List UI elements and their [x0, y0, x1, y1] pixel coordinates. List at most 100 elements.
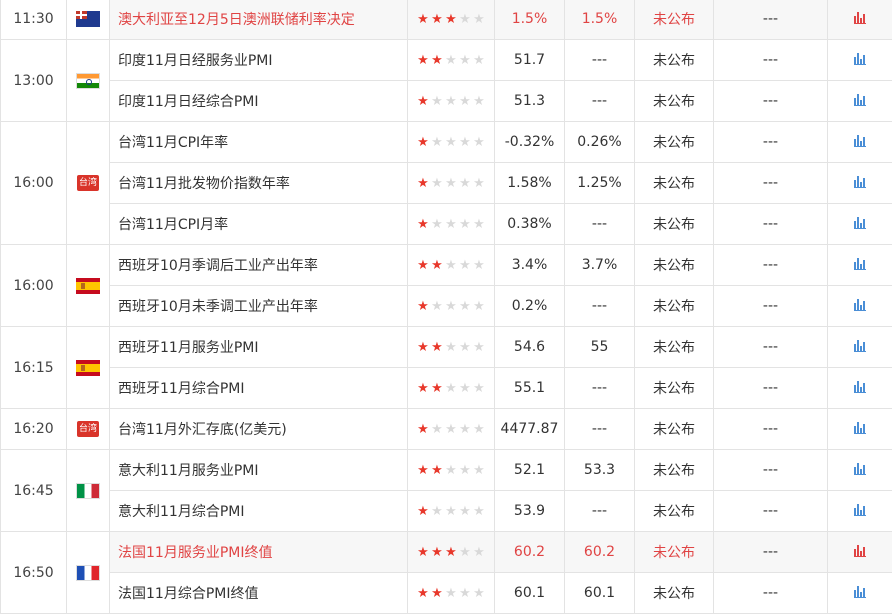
event-name[interactable]: 印度11月日经服务业PMI [109, 39, 408, 81]
previous-value: 4477.87 [494, 408, 565, 450]
event-name[interactable]: 西班牙10月季调后工业产出年率 [109, 244, 408, 286]
country-flag-cell [66, 244, 110, 327]
impact-value: --- [713, 0, 828, 40]
star-filled-icon: ★ [417, 463, 429, 478]
star-empty-icon: ★ [459, 422, 471, 437]
event-time: 16:45 [0, 449, 67, 532]
star-empty-icon: ★ [473, 586, 485, 601]
star-filled-icon: ★ [431, 12, 443, 27]
bar-chart-icon[interactable] [854, 463, 866, 475]
table-row: 16:15 西班牙11月服务业PMI ★ ★ ★ ★ ★ 54.6 55 未公布 --- [0, 326, 892, 409]
star-empty-icon: ★ [459, 135, 471, 150]
table-row: 16:45 意大利11月服务业PMI ★ ★ ★ ★ ★ 52.1 53.3 未公布 --- [0, 449, 892, 532]
chart-link[interactable] [827, 408, 892, 450]
table-row: 16:00 台湾 台湾11月CPI年率 ★ ★ ★ ★ ★ -0.32% 0.26% 未公布 --- [0, 121, 892, 245]
country-flag-cell [66, 0, 110, 40]
bar-chart-icon[interactable] [854, 381, 866, 393]
event-name[interactable]: 意大利11月综合PMI [109, 490, 408, 532]
star-filled-icon: ★ [417, 299, 429, 314]
bar-chart-icon[interactable] [854, 53, 866, 65]
bar-chart-icon[interactable] [854, 422, 866, 434]
importance-stars: ★ ★ ★ ★ ★ [407, 285, 495, 327]
star-empty-icon: ★ [473, 340, 485, 355]
chart-link[interactable] [827, 367, 892, 409]
bar-chart-icon[interactable] [854, 12, 866, 24]
bar-chart-icon[interactable] [854, 94, 866, 106]
impact-value: --- [713, 408, 828, 450]
event-name[interactable]: 台湾11月外汇存底(亿美元) [109, 408, 408, 450]
star-empty-icon: ★ [445, 94, 457, 109]
chart-link[interactable] [827, 0, 892, 40]
star-filled-icon: ★ [431, 53, 443, 68]
actual-status: 未公布 [634, 121, 714, 163]
importance-stars: ★ ★ ★ ★ ★ [407, 162, 495, 204]
previous-value: 1.58% [494, 162, 565, 204]
importance-stars: ★ ★ ★ ★ ★ [407, 531, 495, 573]
chart-link[interactable] [827, 326, 892, 368]
actual-status: 未公布 [634, 490, 714, 532]
event-name[interactable]: 法国11月服务业PMI终值 [109, 531, 408, 573]
star-empty-icon: ★ [431, 504, 443, 519]
event-name[interactable]: 意大利11月服务业PMI [109, 449, 408, 491]
country-flag-cell: 台湾 [66, 121, 110, 245]
bar-chart-icon[interactable] [854, 217, 866, 229]
impact-value: --- [713, 326, 828, 368]
star-empty-icon: ★ [445, 504, 457, 519]
previous-value: -0.32% [494, 121, 565, 163]
star-filled-icon: ★ [417, 545, 429, 560]
impact-value: --- [713, 490, 828, 532]
event-name[interactable]: 澳大利亚至12月5日澳洲联储利率决定 [109, 0, 408, 40]
star-filled-icon: ★ [417, 504, 429, 519]
star-filled-icon: ★ [417, 340, 429, 355]
bar-chart-icon[interactable] [854, 299, 866, 311]
event-name[interactable]: 台湾11月批发物价指数年率 [109, 162, 408, 204]
star-empty-icon: ★ [473, 258, 485, 273]
previous-value: 0.38% [494, 203, 565, 245]
chart-link[interactable] [827, 244, 892, 286]
table-row: 台湾11月批发物价指数年率 ★ ★ ★ ★ ★ 1.58% 1.25% 未公布 --- [1, 162, 892, 204]
event-name[interactable]: 法国11月综合PMI终值 [109, 572, 408, 614]
importance-stars: ★ ★ ★ ★ ★ [407, 0, 495, 40]
impact-value: --- [713, 203, 828, 245]
forecast-value: 60.1 [564, 572, 635, 614]
bar-chart-icon[interactable] [854, 545, 866, 557]
star-empty-icon: ★ [445, 381, 457, 396]
event-name[interactable]: 西班牙10月未季调工业产出年率 [109, 285, 408, 327]
actual-status: 未公布 [634, 367, 714, 409]
star-empty-icon: ★ [473, 217, 485, 232]
star-filled-icon: ★ [417, 217, 429, 232]
event-name[interactable]: 台湾11月CPI年率 [109, 121, 408, 163]
importance-stars: ★ ★ ★ ★ ★ [407, 326, 495, 368]
chart-link[interactable] [827, 162, 892, 204]
event-name[interactable]: 西班牙11月综合PMI [109, 367, 408, 409]
forecast-value: --- [564, 80, 635, 122]
star-empty-icon: ★ [473, 463, 485, 478]
chart-link[interactable] [827, 572, 892, 614]
impact-value: --- [713, 285, 828, 327]
bar-chart-icon[interactable] [854, 135, 866, 147]
chart-link[interactable] [827, 285, 892, 327]
bar-chart-icon[interactable] [854, 258, 866, 270]
bar-chart-icon[interactable] [854, 586, 866, 598]
actual-status: 未公布 [634, 80, 714, 122]
bar-chart-icon[interactable] [854, 340, 866, 352]
chart-link[interactable] [827, 121, 892, 163]
event-name[interactable]: 印度11月日经综合PMI [109, 80, 408, 122]
bar-chart-icon[interactable] [854, 176, 866, 188]
chart-link[interactable] [827, 490, 892, 532]
star-empty-icon: ★ [473, 422, 485, 437]
forecast-value: --- [564, 408, 635, 450]
importance-stars: ★ ★ ★ ★ ★ [407, 572, 495, 614]
chart-link[interactable] [827, 80, 892, 122]
star-empty-icon: ★ [459, 586, 471, 601]
chart-link[interactable] [827, 39, 892, 81]
chart-link[interactable] [827, 531, 892, 573]
table-row: 西班牙11月综合PMI ★ ★ ★ ★ ★ 55.1 --- 未公布 --- [1, 367, 892, 409]
event-name[interactable]: 西班牙11月服务业PMI [109, 326, 408, 368]
actual-status: 未公布 [634, 39, 714, 81]
bar-chart-icon[interactable] [854, 504, 866, 516]
event-name[interactable]: 台湾11月CPI月率 [109, 203, 408, 245]
chart-link[interactable] [827, 203, 892, 245]
chart-link[interactable] [827, 449, 892, 491]
importance-stars: ★ ★ ★ ★ ★ [407, 39, 495, 81]
